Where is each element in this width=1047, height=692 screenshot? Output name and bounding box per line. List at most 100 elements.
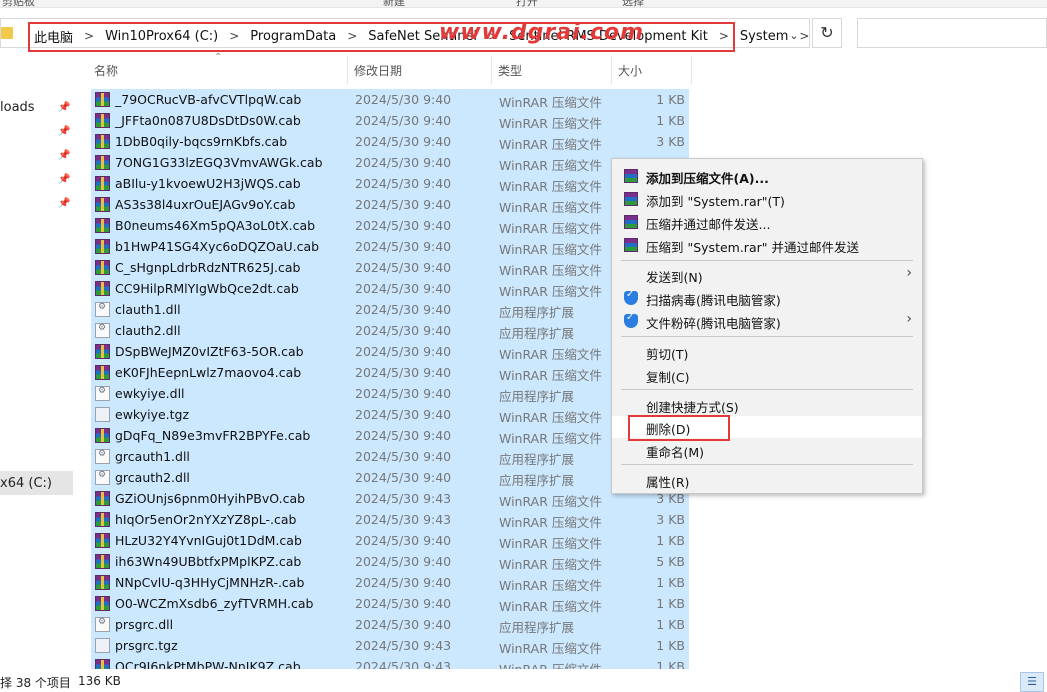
file-date: 2024/5/30 9:40 <box>355 92 452 107</box>
file-row[interactable]: hIqOr5enOr2nYXzYZ8pL-.cab 2024/5/30 9:43 W… <box>91 509 689 530</box>
file-row[interactable]: HLzU32Y4YvnIGuj0t1DdM.cab 2024/5/30 9:40 W… <box>91 530 689 551</box>
menu-label: 删除(D) <box>646 422 691 437</box>
file-size: 1 KB <box>656 617 685 632</box>
file-row[interactable]: GZiOUnjs6pnm0HyihPBvO.cab 2024/5/30 9:43 W… <box>91 488 689 509</box>
file-size: 3 KB <box>656 134 685 149</box>
file-name: C_sHgnpLdrbRdzNTR625J.cab <box>115 260 301 275</box>
file-row[interactable]: ewkyiye.dll 2024/5/30 9:40 应用程序扩展 <box>91 383 689 404</box>
refresh-icon[interactable]: ↻ <box>812 18 842 48</box>
menu-item-properties[interactable]: 属性(R) <box>612 469 922 491</box>
file-row[interactable]: clauth2.dll 2024/5/30 9:40 应用程序扩展 <box>91 320 689 341</box>
file-row[interactable]: _79OCRucVB-afvCVTlpqW.cab 2024/5/30 9:40 W… <box>91 89 689 110</box>
file-row[interactable]: C_sHgnpLdrbRdzNTR625J.cab 2024/5/30 9:40 W… <box>91 257 689 278</box>
winrar-archive-icon <box>95 197 110 212</box>
menu-item-shred[interactable]: 文件粉碎(腾讯电脑管家) › <box>612 310 922 332</box>
chevron-right-icon[interactable]: > <box>339 29 365 43</box>
column-header-size[interactable]: 大小 <box>612 56 692 84</box>
menu-item-send-to[interactable]: 发送到(N) › <box>612 264 922 286</box>
pin-icon[interactable]: 📌 <box>58 102 70 113</box>
nav-item-drive[interactable]: x64 (C:) <box>0 476 52 491</box>
menu-item-compress-email[interactable]: 压缩并通过邮件发送... <box>612 211 922 233</box>
address-row: 此电脑 > Win10Prox64 (C:) > ProgramData > S… <box>0 14 1047 52</box>
file-date: 2024/5/30 9:40 <box>355 281 452 296</box>
file-row[interactable]: clauth1.dll 2024/5/30 9:40 应用程序扩展 <box>91 299 689 320</box>
file-row[interactable]: CC9HilpRMlYIgWbQce2dt.cab 2024/5/30 9:40 W… <box>91 278 689 299</box>
column-header-date[interactable]: 修改日期 <box>348 56 492 84</box>
menu-label: 扫描病毒(腾讯电脑管家) <box>646 293 781 308</box>
file-row[interactable]: gDqFq_N89e3mvFR2BPYFe.cab 2024/5/30 9:40 W… <box>91 425 689 446</box>
file-row[interactable]: O0-WCZmXsdb6_zyfTVRMH.cab 2024/5/30 9:40 W… <box>91 593 689 614</box>
file-row[interactable]: NNpCvlU-q3HHyCjMNHzR-.cab 2024/5/30 9:40 W… <box>91 572 689 593</box>
file-row[interactable]: grcauth1.dll 2024/5/30 9:40 应用程序扩展 <box>91 446 689 467</box>
file-row[interactable]: b1HwP41SG4Xyc6oDQZOaU.cab 2024/5/30 9:40 W… <box>91 236 689 257</box>
details-view-icon[interactable]: ☰ <box>1020 672 1044 692</box>
address-bar[interactable]: 此电脑 > Win10Prox64 (C:) > ProgramData > S… <box>0 18 810 52</box>
file-row[interactable]: prsgrc.tgz 2024/5/30 9:43 WinRAR 压缩文件 1 KB <box>91 635 689 656</box>
column-header-name[interactable]: 名称 <box>88 56 348 84</box>
tgz-file-icon <box>95 638 110 653</box>
file-row[interactable]: prsgrc.dll 2024/5/30 9:40 应用程序扩展 1 KB <box>91 614 689 635</box>
file-name: clauth1.dll <box>115 302 181 317</box>
column-header-type[interactable]: 类型 <box>492 56 612 84</box>
file-row[interactable]: ih63Wn49UBbtfxPMplKPZ.cab 2024/5/30 9:40 W… <box>91 551 689 572</box>
file-name: prsgrc.dll <box>115 617 174 632</box>
file-name: _79OCRucVB-afvCVTlpqW.cab <box>115 92 302 107</box>
file-name: DSpBWeJMZ0vIZtF63-5OR.cab <box>115 344 304 359</box>
winrar-archive-icon <box>95 218 110 233</box>
menu-item-cut[interactable]: 剪切(T) <box>612 341 922 363</box>
pin-icon[interactable]: 📌 <box>58 174 70 185</box>
file-date: 2024/5/30 9:40 <box>355 197 452 212</box>
file-row[interactable]: OCr9I6nkPtMbPW-NnJK9Z.cab 2024/5/30 9:43 W… <box>91 656 689 669</box>
chevron-down-icon[interactable]: ⌄ <box>783 25 805 47</box>
file-row[interactable]: B0neums46Xm5pQA3oL0tX.cab 2024/5/30 9:40 W… <box>91 215 689 236</box>
context-menu: 添加到压缩文件(A)... 添加到 "System.rar"(T) 压缩并通过邮… <box>611 158 923 494</box>
file-date: 2024/5/30 9:43 <box>355 512 452 527</box>
chevron-right-icon[interactable]: > <box>221 29 247 43</box>
file-row[interactable]: grcauth2.dll 2024/5/30 9:40 应用程序扩展 <box>91 467 689 488</box>
menu-item-delete[interactable]: 删除(D) <box>612 416 922 438</box>
file-name: O0-WCZmXsdb6_zyfTVRMH.cab <box>115 596 314 611</box>
breadcrumb-programdata[interactable]: ProgramData <box>247 29 339 44</box>
menu-label: 复制(C) <box>646 370 690 385</box>
pin-icon[interactable]: 📌 <box>58 126 70 137</box>
menu-item-scan-virus[interactable]: 扫描病毒(腾讯电脑管家) <box>612 287 922 309</box>
menu-item-add-to-rar[interactable]: 添加到 "System.rar"(T) <box>612 188 922 210</box>
menu-item-rename[interactable]: 重命名(M) <box>612 439 922 461</box>
menu-item-add-archive[interactable]: 添加到压缩文件(A)... <box>612 165 922 187</box>
menu-item-copy[interactable]: 复制(C) <box>612 364 922 386</box>
winrar-archive-icon <box>95 176 110 191</box>
ribbon-label-select: 选择 <box>622 0 644 8</box>
chevron-right-icon[interactable]: > <box>76 29 102 43</box>
file-type: WinRAR 压缩文件 <box>499 599 602 614</box>
file-row[interactable]: DSpBWeJMZ0vIZtF63-5OR.cab 2024/5/30 9:40 W… <box>91 341 689 362</box>
nav-item-downloads[interactable]: loads <box>0 100 35 115</box>
file-row[interactable]: ewkyiye.tgz 2024/5/30 9:40 WinRAR 压缩文件 <box>91 404 689 425</box>
file-row[interactable]: aBIlu-y1kvoewU2H3jWQS.cab 2024/5/30 9:40 W… <box>91 173 689 194</box>
status-selected-count: 择 38 个项目 <box>0 676 71 690</box>
search-input[interactable] <box>857 18 1047 48</box>
breadcrumb-drive[interactable]: Win10Prox64 (C:) <box>102 29 221 44</box>
file-type: 应用程序扩展 <box>499 305 575 320</box>
dll-file-icon <box>95 617 110 632</box>
file-list: _79OCRucVB-afvCVTlpqW.cab 2024/5/30 9:40 W… <box>91 89 689 669</box>
menu-label: 重命名(M) <box>646 445 705 460</box>
pin-icon[interactable]: 📌 <box>58 198 70 209</box>
menu-item-create-shortcut[interactable]: 创建快捷方式(S) <box>612 394 922 416</box>
file-row[interactable]: 1DbB0qily-bqcs9rnKbfs.cab 2024/5/30 9:40 W… <box>91 131 689 152</box>
file-row[interactable]: eK0FJhEepnLwlz7maovo4.cab 2024/5/30 9:40 W… <box>91 362 689 383</box>
menu-item-compress-rar-email[interactable]: 压缩到 "System.rar" 并通过邮件发送 <box>612 234 922 256</box>
file-date: 2024/5/30 9:40 <box>355 386 452 401</box>
file-row[interactable]: 7ONG1G33lzEGQ3VmvAWGk.cab 2024/5/30 9:40 W… <box>91 152 689 173</box>
file-row[interactable]: AS3s38l4uxrOuEJAGv9oY.cab 2024/5/30 9:40 W… <box>91 194 689 215</box>
breadcrumb-this-pc[interactable]: 此电脑 <box>31 27 76 46</box>
shield-icon <box>624 312 638 328</box>
file-size: 3 KB <box>656 512 685 527</box>
chevron-right-icon[interactable]: > <box>711 29 737 43</box>
file-name: eK0FJhEepnLwlz7maovo4.cab <box>115 365 302 380</box>
winrar-archive-icon <box>95 596 110 611</box>
file-row[interactable]: _JFFta0n087U8DsDtDs0W.cab 2024/5/30 9:40 W… <box>91 110 689 131</box>
dll-file-icon <box>95 323 110 338</box>
winrar-archive-icon <box>95 659 110 669</box>
pin-icon[interactable]: 📌 <box>58 150 70 161</box>
menu-separator <box>621 389 913 390</box>
